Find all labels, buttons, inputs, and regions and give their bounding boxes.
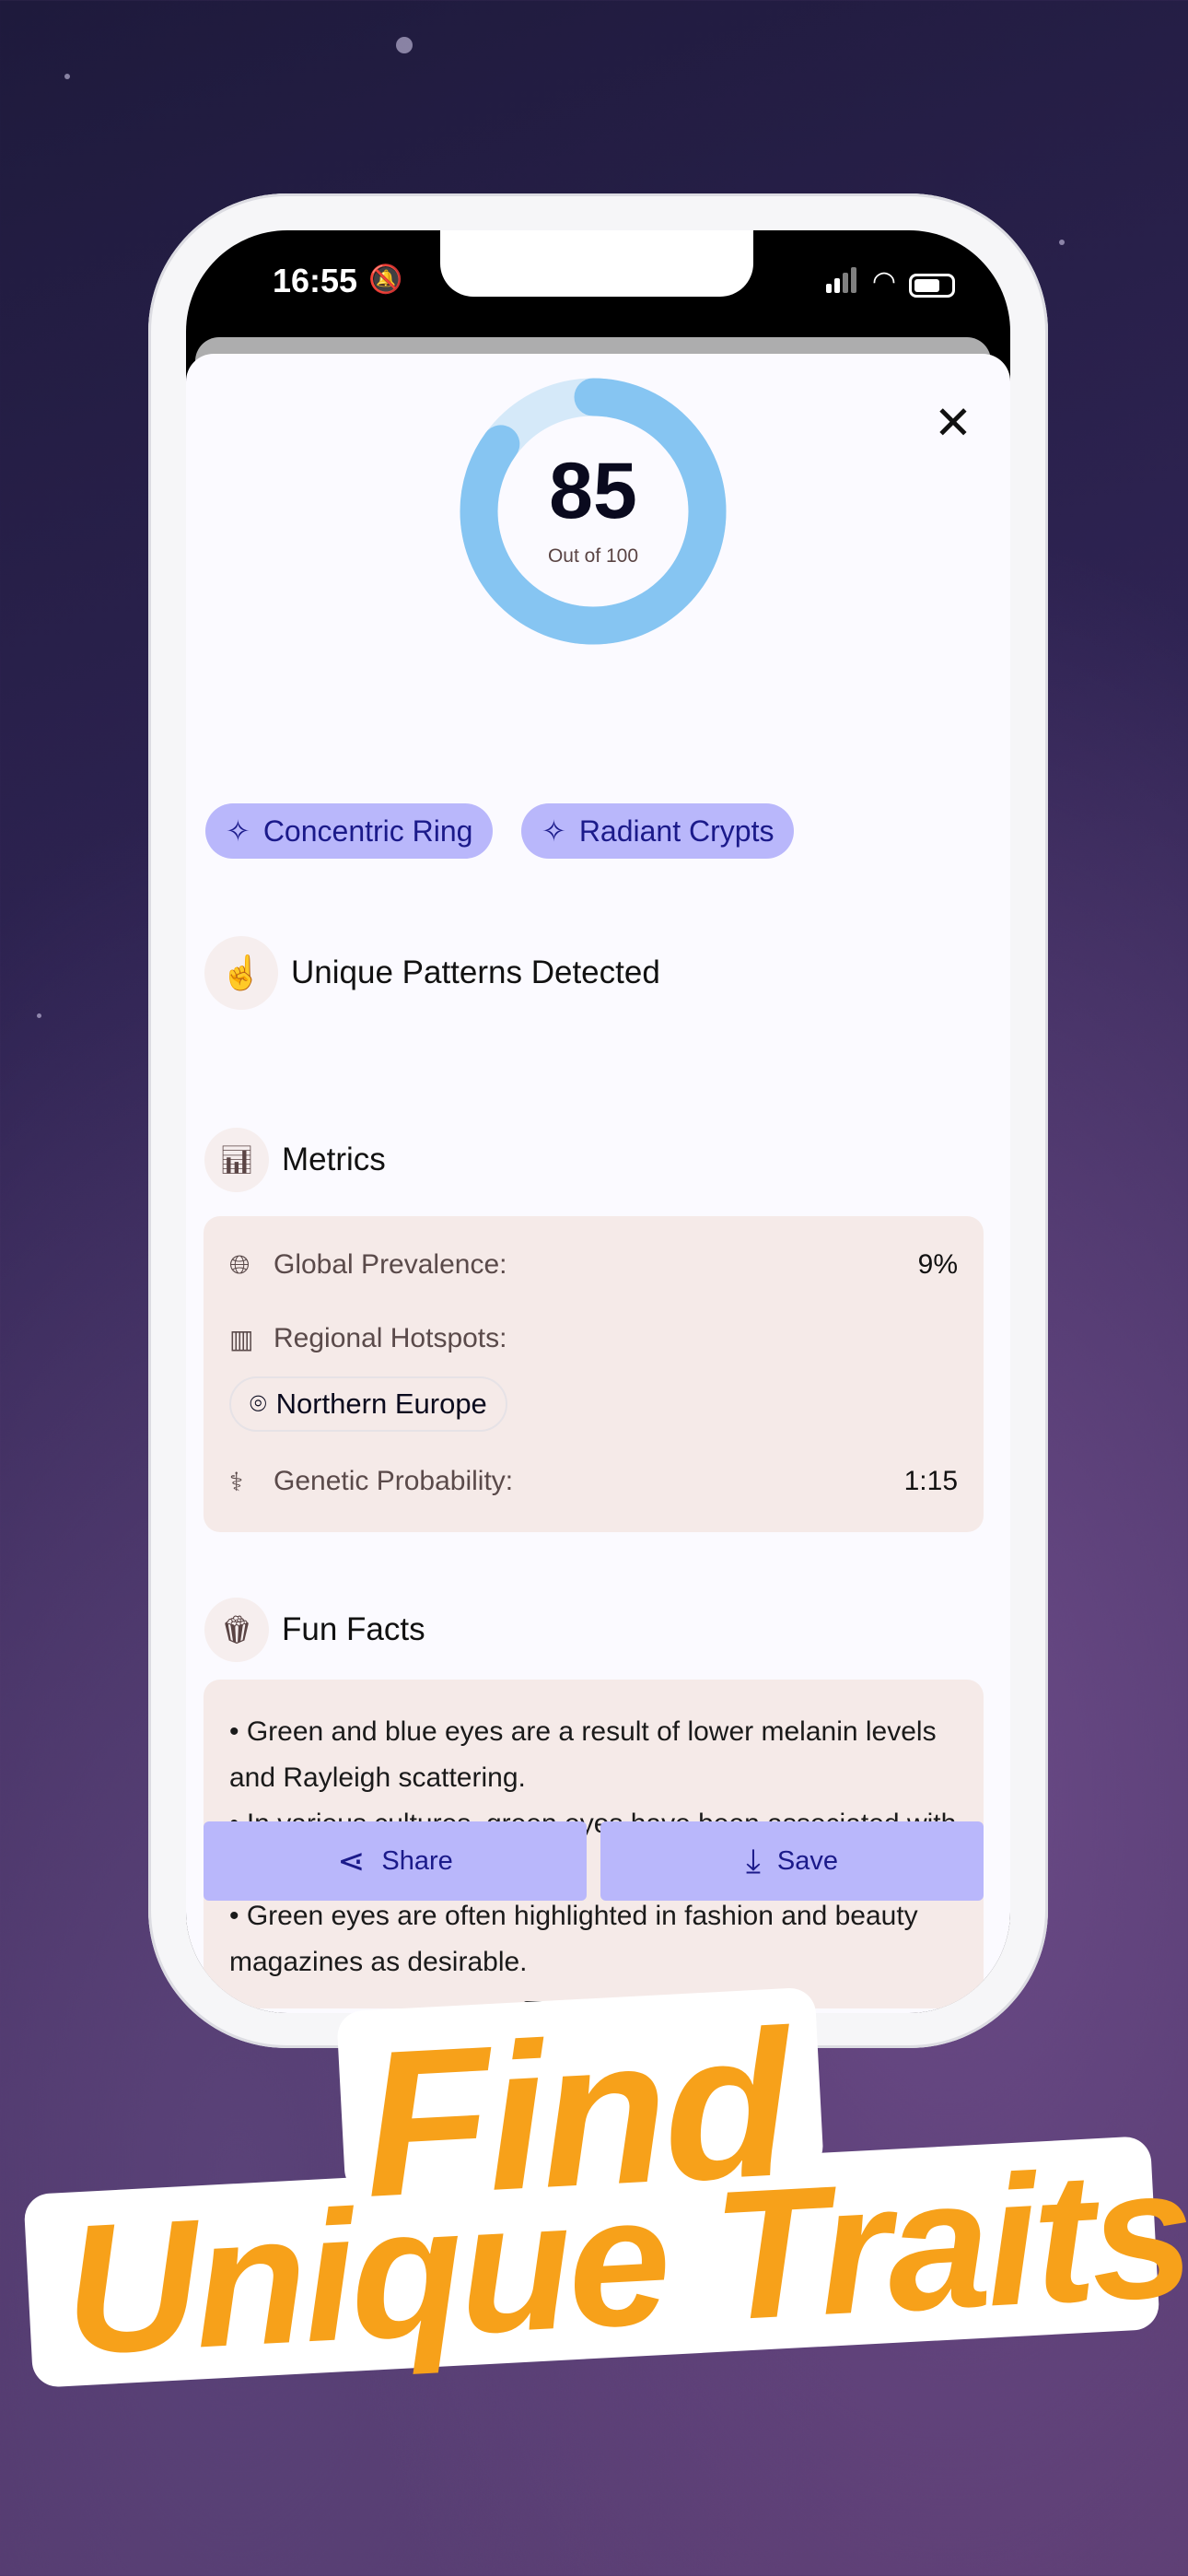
map-icon: ▥ <box>229 1324 254 1353</box>
battery-icon <box>909 274 955 298</box>
chip-label: Concentric Ring <box>262 814 473 848</box>
patterns-title: Unique Patterns Detected <box>291 954 660 990</box>
fact-item: • Green eyes are often highlighted in fa… <box>229 1901 918 1977</box>
results-sheet: ✕ 85 Out of 100 ☝ Unique Patterns Detect… <box>186 354 1010 2013</box>
map-pin-icon: ⌾ <box>250 1387 267 1420</box>
close-button[interactable]: ✕ <box>934 396 973 450</box>
metrics-header: 📊︎ Metrics <box>204 1128 386 1192</box>
bar-chart-icon: 📊︎ <box>204 1128 269 1192</box>
score-subtitle: Out of 100 <box>547 545 639 567</box>
star <box>396 37 413 53</box>
signal-icon <box>825 267 859 298</box>
metrics-card: 🌐︎ Global Prevalence: 9% ▥ Regional Hotspot… <box>204 1216 984 1532</box>
region-chip: ⌾ Northern Europe <box>229 1376 507 1432</box>
share-icon: ⋖ <box>337 1842 366 1879</box>
headline-line2: Unique Traits <box>59 2129 1188 2394</box>
metrics-title: Metrics <box>282 1142 386 1177</box>
sparkle-icon: ✧ <box>226 814 250 848</box>
wifi-icon: ◠ <box>871 266 896 297</box>
star <box>37 1013 41 1018</box>
bell-slash-icon: 🔕 <box>368 264 403 295</box>
fingerprint-icon: ☝ <box>204 936 278 1010</box>
global-value: 9% <box>917 1249 958 1280</box>
dna-icon: ⚕ <box>229 1467 244 1496</box>
star <box>1059 240 1065 245</box>
pattern-chip[interactable]: ✧ Radiant Crypts <box>521 803 795 859</box>
region-label: Northern Europe <box>275 1388 487 1420</box>
patterns-header: ☝ Unique Patterns Detected <box>204 936 660 1010</box>
download-icon: ⤓ <box>745 1841 761 1879</box>
fact-item: • Green and blue eyes are a result of lo… <box>229 1716 937 1793</box>
sparkle-icon: ✧ <box>542 814 566 848</box>
genetic-label: Genetic Probability: <box>274 1466 514 1496</box>
phone-screen: 16:55 🔕 ◠ ✕ 85 Out of 100 ☝ Unique Patte… <box>186 230 1010 2013</box>
notch <box>440 230 753 297</box>
chip-label: Radiant Crypts <box>578 814 775 848</box>
genetic-value: 1:15 <box>903 1466 958 1496</box>
popcorn-icon: 🍿︎ <box>204 1598 269 1662</box>
fun-facts-header: 🍿︎ Fun Facts <box>204 1598 425 1662</box>
status-time: 16:55 <box>273 262 358 299</box>
pattern-chip[interactable]: ✧ Concentric Ring <box>205 803 494 859</box>
share-label: Share <box>381 1845 453 1876</box>
save-label: Save <box>776 1845 839 1876</box>
share-button[interactable]: ⋖ Share <box>204 1821 587 1901</box>
star <box>64 74 70 79</box>
regional-label: Regional Hotspots: <box>274 1323 507 1353</box>
save-button[interactable]: ⤓ Save <box>600 1821 984 1901</box>
globe-icon: 🌐︎ <box>229 1249 250 1279</box>
global-label: Global Prevalence: <box>274 1249 507 1280</box>
score-value: 85 <box>549 447 637 535</box>
fun-facts-title: Fun Facts <box>282 1611 425 1647</box>
